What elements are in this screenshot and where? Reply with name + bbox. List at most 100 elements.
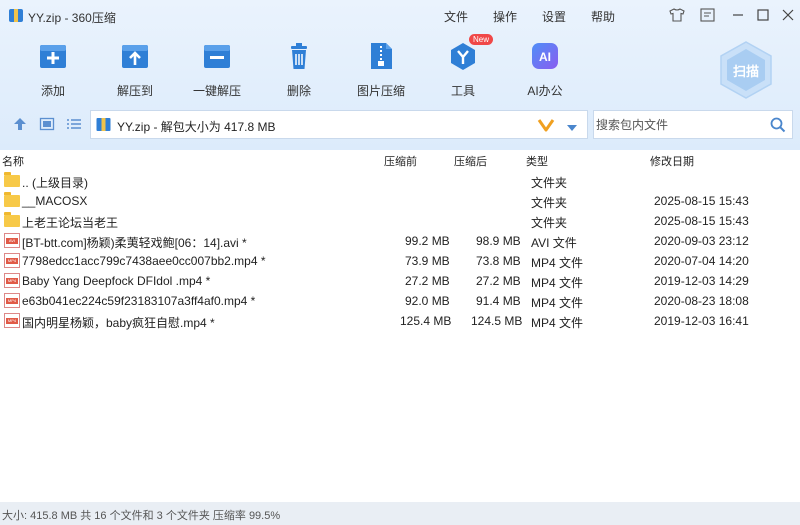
tools-icon: New <box>447 34 494 72</box>
one-click-extract-icon <box>201 40 233 72</box>
extract-to-label: 解压到 <box>116 84 153 98</box>
up-level-icon[interactable] <box>12 116 28 132</box>
file-date: 2019-12-03 16:41 <box>654 314 749 328</box>
file-list-header: 名称 压缩前 压缩后 类型 修改日期 <box>0 150 800 170</box>
column-compressed-before[interactable]: 压缩前 <box>384 153 417 169</box>
window-title: YY.zip - 360压缩 <box>28 11 116 25</box>
file-date: 2020-08-23 18:08 <box>654 294 749 308</box>
delete-label: 删除 <box>286 84 311 98</box>
svg-text:AI: AI <box>539 50 551 64</box>
menu-file[interactable]: 文件 <box>444 8 468 25</box>
add-label: 添加 <box>40 84 65 98</box>
file-size-after: 124.5 MB <box>471 314 523 328</box>
feedback-icon[interactable] <box>697 5 717 25</box>
folder-icon <box>4 172 20 187</box>
file-type: 文件夹 <box>531 216 568 230</box>
path-action-icon[interactable] <box>537 117 555 136</box>
title-bar: YY.zip - 360压缩 文件 操作 设置 帮助 <box>0 0 800 30</box>
file-date: 2019-12-03 14:29 <box>654 274 749 288</box>
address-bar-row: YY.zip - 解包大小为 417.8 MB <box>0 108 800 140</box>
ai-office-label: AI办公 <box>527 84 563 98</box>
mp4-file-icon: MP4 <box>4 313 20 328</box>
folder-icon <box>4 212 20 227</box>
file-row[interactable]: MP4 国内明星杨颖，baby疯狂自慰.mp4 * 125.4 MB 124.5… <box>0 311 800 331</box>
scan-label: 扫描 <box>732 64 759 79</box>
file-row[interactable]: AVI [BT-btt.com]杨颖)柔荑轻戏鲍[06：14].avi * 99… <box>0 231 800 251</box>
column-compressed-after[interactable]: 压缩后 <box>454 153 487 169</box>
menu-settings[interactable]: 设置 <box>542 8 566 25</box>
path-text: YY.zip - 解包大小为 417.8 MB <box>117 120 276 134</box>
add-icon <box>37 40 69 72</box>
column-type[interactable]: 类型 <box>526 153 548 169</box>
file-type: 文件夹 <box>531 196 568 210</box>
ai-office-icon: AI <box>529 40 561 72</box>
file-name: 上老王论坛当老王 <box>22 216 119 230</box>
file-name: Baby Yang Deepfock DFIdol .mp4 * <box>22 274 211 288</box>
image-compress-icon <box>365 40 397 72</box>
file-size-before: 73.9 MB <box>405 254 450 268</box>
file-row[interactable]: .. (上级目录) 文件夹 <box>0 171 800 191</box>
file-name: 国内明星杨颖，baby疯狂自慰.mp4 * <box>22 316 215 330</box>
column-name[interactable]: 名称 <box>2 153 24 169</box>
search-icon[interactable] <box>770 117 786 136</box>
file-date: 2020-07-04 14:20 <box>654 254 749 268</box>
scan-button[interactable]: 扫描 <box>718 40 774 100</box>
file-row[interactable]: MP4 e63b041ec224c59f23183107a3ff4af0.mp4… <box>0 291 800 311</box>
file-size-before: 99.2 MB <box>405 234 450 248</box>
image-compress-button[interactable]: 图片压缩 <box>351 38 411 99</box>
close-icon[interactable] <box>778 5 798 25</box>
file-type: MP4 文件 <box>531 316 584 330</box>
file-name: .. (上级目录) <box>22 176 88 190</box>
path-dropdown-icon[interactable] <box>566 121 578 135</box>
extract-to-button[interactable]: 解压到 <box>105 38 165 99</box>
path-box[interactable]: YY.zip - 解包大小为 417.8 MB <box>90 110 588 139</box>
minimize-icon[interactable] <box>728 5 748 25</box>
file-type: MP4 文件 <box>531 256 584 270</box>
menu-help[interactable]: 帮助 <box>591 8 615 25</box>
file-size-after: 98.9 MB <box>476 234 521 248</box>
menu-operate[interactable]: 操作 <box>493 8 517 25</box>
file-name: 7798edcc1acc799c7438aee0cc007bb2.mp4 * <box>22 254 266 268</box>
file-row[interactable]: MP4 7798edcc1acc799c7438aee0cc007bb2.mp4… <box>0 251 800 271</box>
file-date: 2025-08-15 15:43 <box>654 194 749 208</box>
file-row[interactable]: 上老王论坛当老王 文件夹 2025-08-15 15:43 <box>0 211 800 231</box>
file-row[interactable]: __MACOSX 文件夹 2025-08-15 15:43 <box>0 191 800 211</box>
one-click-extract-button[interactable]: 一键解压 <box>187 38 247 99</box>
folder-icon <box>4 192 20 207</box>
file-size-before: 27.2 MB <box>405 274 450 288</box>
search-input[interactable] <box>596 115 764 135</box>
file-date: 2020-09-03 23:12 <box>654 234 749 248</box>
search-box <box>593 110 793 139</box>
ai-office-button[interactable]: AI AI办公 <box>515 38 575 99</box>
maximize-icon[interactable] <box>753 5 773 25</box>
tools-label: 工具 <box>450 84 475 98</box>
app-icon <box>9 9 23 22</box>
column-modified[interactable]: 修改日期 <box>650 153 694 169</box>
file-type: AVI 文件 <box>531 236 577 250</box>
file-name: e63b041ec224c59f23183107a3ff4af0.mp4 * <box>22 294 256 308</box>
tools-button[interactable]: New 工具 <box>433 34 494 99</box>
file-type: MP4 文件 <box>531 276 584 290</box>
avi-file-icon: AVI <box>4 233 20 248</box>
delete-button[interactable]: 删除 <box>269 38 329 99</box>
one-click-extract-label: 一键解压 <box>192 84 241 98</box>
add-button[interactable]: 添加 <box>23 38 83 99</box>
status-bar: 大小: 415.8 MB 共 16 个文件和 3 个文件夹 压缩率 99.5% <box>0 502 800 525</box>
file-size-after: 91.4 MB <box>476 294 521 308</box>
file-date: 2025-08-15 15:43 <box>654 214 749 228</box>
file-size-before: 125.4 MB <box>400 314 452 328</box>
skin-icon[interactable] <box>667 5 687 25</box>
archive-icon <box>96 117 111 135</box>
image-compress-label: 图片压缩 <box>356 84 405 98</box>
list-view-icon[interactable] <box>66 116 82 132</box>
mp4-file-icon: MP4 <box>4 273 20 288</box>
thumbnail-view-icon[interactable] <box>39 116 55 132</box>
file-row[interactable]: MP4 Baby Yang Deepfock DFIdol .mp4 * 27.… <box>0 271 800 291</box>
status-text: 大小: 415.8 MB 共 16 个文件和 3 个文件夹 压缩率 99.5% <box>2 510 281 522</box>
delete-icon <box>283 40 315 72</box>
file-type: 文件夹 <box>531 176 568 190</box>
new-badge: New <box>469 34 494 45</box>
file-size-before: 92.0 MB <box>405 294 450 308</box>
extract-to-icon <box>119 40 151 72</box>
file-size-after: 27.2 MB <box>476 274 521 288</box>
